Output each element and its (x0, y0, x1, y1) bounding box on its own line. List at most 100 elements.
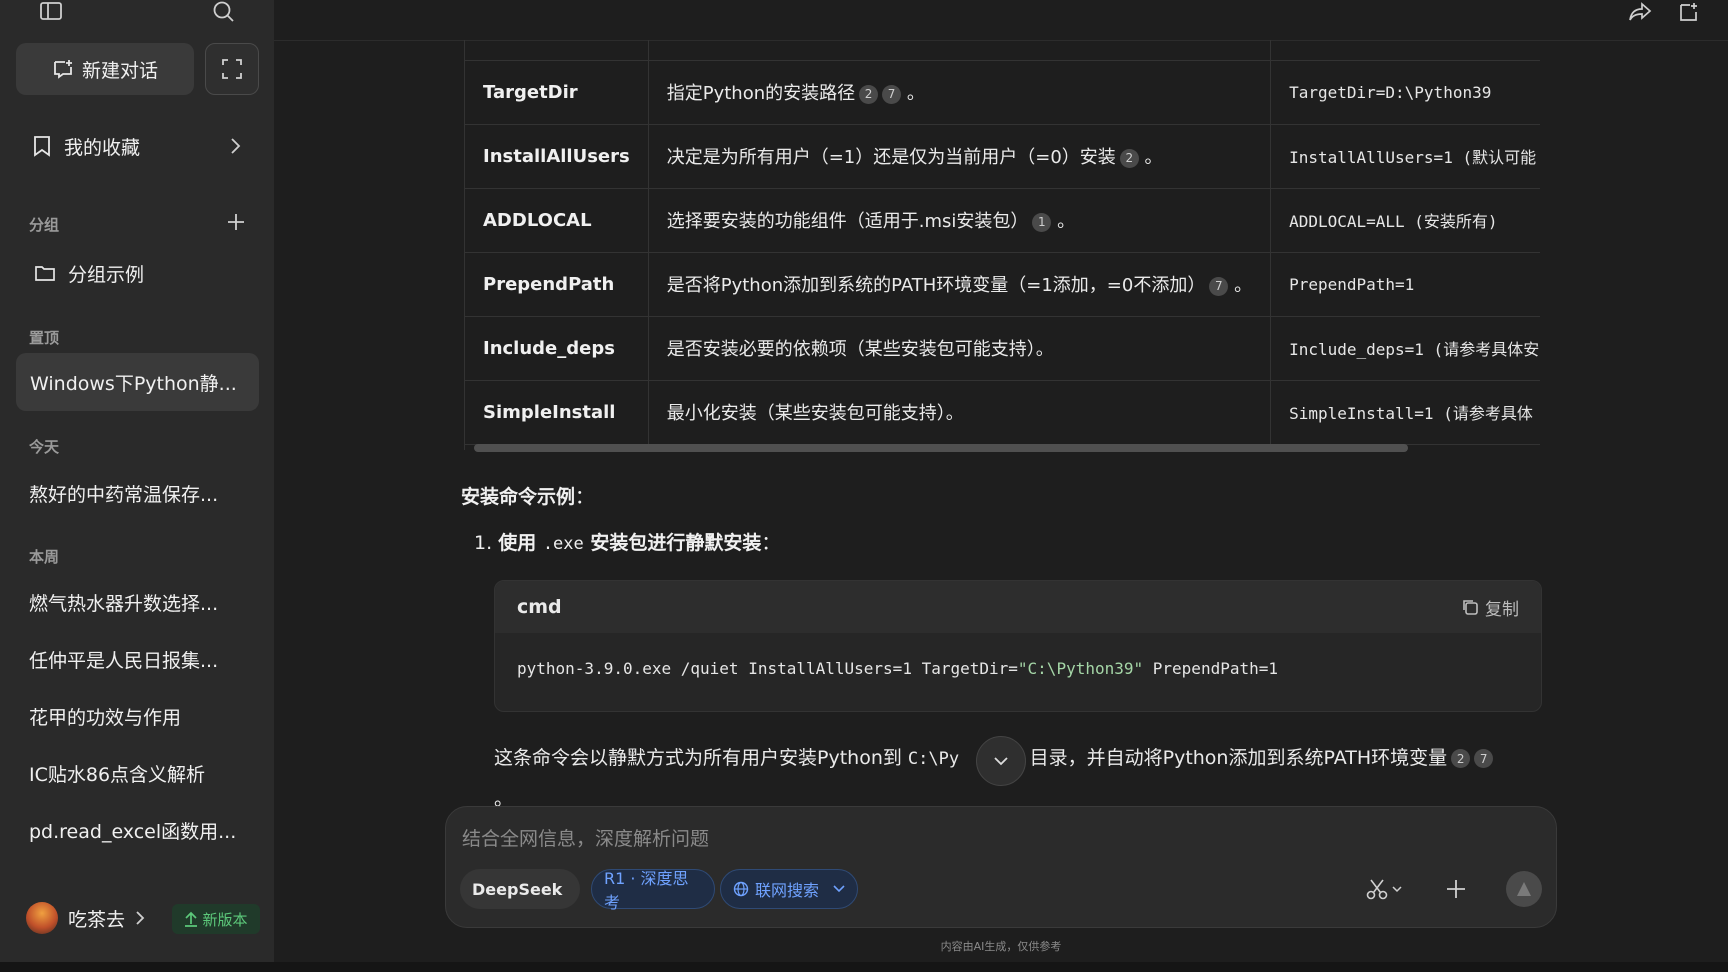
scrollbar-thumb[interactable] (474, 444, 1408, 452)
param-description: 是否安装必要的依赖项（某些安装包可能支持）。 (648, 316, 1272, 381)
add-group-button[interactable] (224, 210, 248, 234)
search-icon[interactable] (209, 0, 239, 24)
citation-badge[interactable]: 7 (1474, 749, 1494, 768)
new-window-icon[interactable] (1674, 0, 1704, 24)
table-horizontal-scrollbar[interactable] (474, 444, 1540, 452)
citation-badge[interactable]: 2 (1119, 148, 1139, 168)
plus-icon (228, 214, 244, 230)
parameters-table: TargetDir 指定Python的安装路径 2 7 。 TargetDir=D:… (464, 40, 1540, 450)
history-item[interactable]: 熬好的中药常温保存... (29, 480, 218, 507)
share-icon[interactable] (1625, 0, 1655, 24)
table-row: InstallAllUsers 决定是为所有用户（=1）还是仅为当前用户（=0）… (465, 124, 1540, 189)
param-description: 最小化安装（某些安装包可能支持）。 (648, 380, 1272, 445)
bookmark-icon (34, 136, 50, 157)
pinned-label: 置顶 (29, 329, 60, 347)
chevron-right-icon (231, 138, 241, 154)
table-row: Include_deps 是否安装必要的依赖项（某些安装包可能支持）。 Incl… (465, 316, 1540, 381)
attach-button[interactable] (1446, 877, 1466, 901)
history-item[interactable]: 燃气热水器升数选择... (29, 589, 218, 616)
chevron-down-icon (994, 757, 1008, 766)
sidebar-toggle-icon[interactable] (36, 0, 66, 24)
group-item[interactable]: 分组示例 (16, 252, 258, 294)
week-label: 本周 (29, 548, 60, 566)
param-example: PrependPath=1 (1270, 252, 1540, 317)
web-search-label: 联网搜索 (755, 881, 820, 900)
capture-icon (222, 59, 242, 79)
scissors-icon (1366, 879, 1388, 900)
param-name: ADDLOCAL (465, 188, 649, 253)
param-example: TargetDir=D:\Python39 (1270, 60, 1540, 125)
pinned-conversation[interactable]: Windows下Python静... (16, 353, 259, 411)
param-name: Include_deps (465, 316, 649, 381)
param-description: 选择要安装的功能组件（适用于.msi安装包） 1 。 (648, 188, 1272, 253)
citation-badge[interactable]: 7 (1209, 276, 1229, 296)
copy-button[interactable]: 复制 (1461, 595, 1519, 620)
param-description: 是否将Python添加到系统的PATH环境变量（=1添加，=0不添加） 7 。 (648, 252, 1272, 317)
deep-think-toggle[interactable]: R1 · 深度思考 (591, 869, 715, 912)
param-description: 指定Python的安装路径 2 7 。 (648, 60, 1272, 125)
folder-icon (35, 266, 55, 281)
new-version-button[interactable]: 新版本 (172, 904, 260, 934)
example-heading: 安装命令示例： (461, 486, 595, 508)
new-chat-button[interactable]: 新建对话 (16, 43, 194, 95)
today-label: 今天 (29, 438, 60, 456)
param-description: 决定是为所有用户（=1）还是仅为当前用户（=0）安装 2 。 (648, 124, 1272, 189)
main-area: TargetDir 指定Python的安装路径 2 7 。 TargetDir=D:… (274, 0, 1728, 972)
history-item[interactable]: 任仲平是人民日报集... (29, 646, 218, 673)
user-name: 吃茶去 (68, 908, 126, 931)
param-example: Include_deps=1 (请参考具体安 (1270, 316, 1540, 381)
ai-disclaimer: 内容由AI生成，仅供参考 (940, 940, 1062, 953)
copy-icon (1463, 600, 1478, 615)
param-example: SimpleInstall=1 (请参考具体 (1270, 380, 1540, 445)
chevron-right-icon (136, 911, 145, 925)
deep-think-label: R1 · 深度思考 (604, 869, 689, 912)
code-block: cmd 复制 python-3.9.0.exe /quiet InstallAl… (494, 580, 1542, 712)
send-button[interactable] (1506, 871, 1542, 907)
favorites-label: 我的收藏 (64, 136, 141, 159)
code-content[interactable]: python-3.9.0.exe /quiet InstallAllUsers=… (495, 633, 1541, 704)
history-item[interactable]: pd.read_excel函数用... (29, 817, 236, 844)
table-row: PrependPath 是否将Python添加到系统的PATH环境变量（=1添加… (465, 252, 1540, 317)
upgrade-icon (185, 911, 198, 927)
favorites-item[interactable]: 我的收藏 (16, 124, 258, 168)
groups-label: 分组 (29, 216, 60, 234)
copy-label: 复制 (1485, 599, 1519, 620)
group-item-label: 分组示例 (68, 263, 145, 286)
code-header: cmd 复制 (495, 581, 1541, 633)
capture-button[interactable] (205, 43, 259, 95)
history-item[interactable]: 花甲的功效与作用 (29, 703, 181, 730)
table-row: ADDLOCAL 选择要安装的功能组件（适用于.msi安装包） 1 。 ADDLO… (465, 188, 1540, 253)
code-language: cmd (517, 596, 562, 618)
scissors-tool[interactable] (1366, 877, 1402, 901)
new-version-label: 新版本 (202, 910, 248, 929)
param-name: SimpleInstall (465, 380, 649, 445)
table-row: TargetDir 指定Python的安装路径 2 7 。 TargetDir=D:… (465, 60, 1540, 125)
chevron-down-icon (1392, 885, 1402, 892)
plus-icon (1447, 880, 1465, 898)
message-input[interactable] (462, 821, 1542, 857)
scroll-to-bottom-button[interactable] (976, 736, 1026, 786)
history-item[interactable]: IC贴水86点含义解析 (29, 760, 205, 787)
avatar (26, 902, 58, 934)
globe-icon (733, 881, 749, 897)
bottom-strip (0, 962, 1728, 972)
param-name: InstallAllUsers (465, 124, 649, 189)
citation-badge[interactable]: 1 (1032, 212, 1052, 232)
citation-badge[interactable]: 2 (1451, 749, 1471, 768)
param-example: InstallAllUsers=1 (默认可能 (1270, 124, 1540, 189)
citation-badge[interactable]: 7 (882, 84, 902, 104)
param-name: TargetDir (465, 60, 649, 125)
param-example: ADDLOCAL=ALL (安装所有) (1270, 188, 1540, 253)
message-composer: DeepSeek R1 · 深度思考 联网搜索 (445, 806, 1557, 928)
pinned-conversation-title: Windows下Python静... (30, 372, 237, 395)
new-chat-icon (54, 60, 72, 79)
table-row: SimpleInstall 最小化安装（某些安装包可能支持）。 SimpleIn… (465, 380, 1540, 445)
user-profile[interactable]: 吃茶去 (26, 902, 145, 934)
citation-badge[interactable]: 2 (859, 84, 879, 104)
table-row (465, 40, 1540, 61)
model-selector[interactable]: DeepSeek (460, 869, 580, 909)
model-label: DeepSeek (472, 879, 563, 899)
send-arrow-icon (1517, 882, 1531, 896)
web-search-toggle[interactable]: 联网搜索 (720, 869, 858, 909)
new-chat-label: 新建对话 (81, 59, 158, 82)
